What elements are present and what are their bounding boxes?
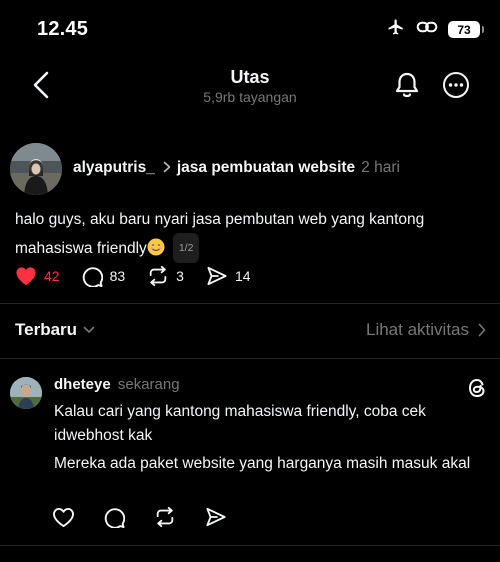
- reply-paragraph: Mereka ada paket website yang harganya m…: [54, 455, 471, 472]
- reply-header: dheteye sekarang: [54, 376, 180, 393]
- status-time: 12.45: [37, 18, 89, 40]
- reply-comment-button[interactable]: [104, 507, 125, 528]
- repost-button[interactable]: 3: [147, 265, 184, 287]
- post-text-line2: mahasiswa friendly: [15, 240, 147, 257]
- reply-paragraph: Kalau cari yang kantong mahasiswa friend…: [54, 403, 426, 444]
- chevron-down-icon: [83, 326, 95, 333]
- page-indicator-badge: 1/2: [172, 233, 200, 263]
- threads-logo-icon: [465, 376, 489, 400]
- post-header: alyaputris_ jasa pembuatan website 2 har…: [73, 159, 400, 177]
- smiling-emoji-icon: [147, 238, 165, 256]
- post-actions: 42 83 3 14: [15, 265, 273, 287]
- view-count: 5,9rb tayangan: [203, 89, 297, 105]
- reply-actions: [52, 506, 256, 528]
- more-options-button[interactable]: [441, 70, 471, 100]
- post-text: halo guys, aku baru nyari jasa pembutan …: [15, 207, 485, 263]
- divider: [0, 358, 500, 359]
- share-button[interactable]: 14: [206, 266, 251, 286]
- battery-level: 73: [457, 22, 471, 37]
- post-text-line1: halo guys, aku baru nyari jasa pembutan …: [15, 211, 425, 228]
- reply-text: Kalau cari yang kantong mahasiswa friend…: [54, 400, 474, 480]
- comment-button[interactable]: 83: [82, 266, 126, 287]
- more-icon: [443, 72, 469, 98]
- share-icon: [206, 507, 226, 527]
- reply-username[interactable]: dheteye: [54, 376, 111, 393]
- repost-icon: [156, 506, 174, 528]
- repost-count: 3: [176, 268, 184, 284]
- reply-time: sekarang: [117, 376, 180, 393]
- airplane-icon: [386, 18, 406, 41]
- sort-label: Terbaru: [15, 320, 78, 339]
- avatar[interactable]: [10, 143, 62, 195]
- like-count: 42: [44, 268, 60, 284]
- status-bar: 12.45 73: [0, 0, 500, 56]
- divider: [0, 545, 500, 546]
- sort-bar: Terbaru Lihat aktivitas: [0, 316, 500, 348]
- heart-icon: [53, 507, 74, 527]
- divider: [0, 303, 500, 304]
- repost-icon: [149, 265, 167, 287]
- heart-icon: [16, 267, 36, 286]
- reply-repost-button[interactable]: [154, 506, 176, 528]
- share-icon: [207, 266, 227, 286]
- page-title: Utas: [230, 67, 270, 87]
- chevron-right-icon: [478, 323, 486, 337]
- comment-icon: [82, 266, 103, 287]
- reply-share-button[interactable]: [205, 507, 227, 527]
- view-activity-label: Lihat aktivitas: [366, 320, 469, 339]
- post-community[interactable]: jasa pembuatan website: [177, 159, 355, 177]
- notification-button[interactable]: [392, 69, 422, 101]
- status-icons: 73: [386, 18, 484, 41]
- avatar[interactable]: [10, 377, 42, 409]
- post-time: 2 hari: [361, 159, 400, 176]
- battery-icon: 73: [448, 21, 484, 38]
- post-username[interactable]: alyaputris_: [73, 159, 155, 177]
- reply-like-button[interactable]: [52, 507, 75, 528]
- share-count: 14: [234, 268, 251, 284]
- nav-header: Utas 5,9rb tayangan: [0, 56, 500, 116]
- link-icon: [416, 18, 438, 41]
- bell-icon: [395, 72, 419, 98]
- sort-dropdown[interactable]: Terbaru: [15, 320, 95, 340]
- chevron-right-icon: [163, 160, 171, 176]
- comment-icon: [104, 507, 125, 528]
- view-activity-link[interactable]: Lihat aktivitas: [366, 320, 486, 340]
- comment-count: 83: [109, 268, 126, 284]
- like-button[interactable]: 42: [15, 266, 60, 286]
